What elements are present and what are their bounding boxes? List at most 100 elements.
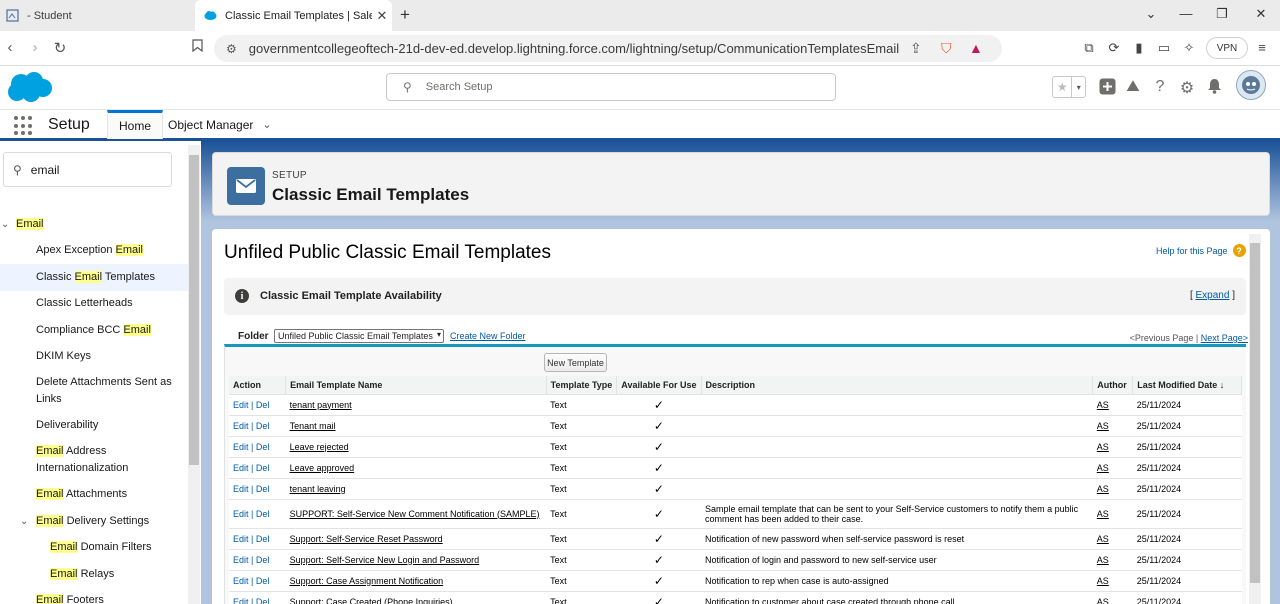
help-link[interactable]: Help for this Page ? <box>1156 244 1246 257</box>
gear-icon[interactable]: ⚙ <box>1177 78 1197 98</box>
template-name-link[interactable]: Support: Self-Service Reset Password <box>290 534 443 544</box>
trailhead-icon[interactable]: ⛰ <box>1123 78 1143 96</box>
scrollbar-thumb[interactable] <box>189 155 199 465</box>
site-settings-icon[interactable]: ⚙ <box>226 42 237 56</box>
bell-icon[interactable] <box>1204 78 1224 99</box>
author-link[interactable]: AS <box>1097 484 1109 494</box>
leo-ai-icon[interactable]: ✧ <box>1180 40 1198 56</box>
next-page-link[interactable]: Next Page> <box>1201 333 1248 343</box>
row-actions[interactable]: Edit | Del <box>229 415 286 437</box>
folder-select[interactable]: Unfiled Public Classic Email Templates ▾ <box>274 329 444 343</box>
tab-home[interactable]: Home <box>107 110 164 139</box>
brave-shield-icon[interactable]: ⛉ <box>941 40 952 57</box>
author-link[interactable]: AS <box>1097 442 1109 452</box>
template-name-link[interactable]: Support: Case Created (Phone Inquiries) <box>290 597 453 604</box>
author-link[interactable]: AS <box>1097 555 1109 565</box>
content-scrollbar[interactable] <box>1249 234 1261 604</box>
scrollbar-thumb[interactable] <box>1250 243 1260 583</box>
sidebar-item-dkim-keys[interactable]: DKIM Keys <box>0 348 188 365</box>
template-name-link[interactable]: tenant leaving <box>290 484 346 494</box>
back-icon[interactable]: ‹ <box>0 39 20 56</box>
sidebar-item-email[interactable]: Email <box>0 216 188 233</box>
row-actions[interactable]: Edit | Del <box>229 499 286 529</box>
author-link[interactable]: AS <box>1097 509 1109 519</box>
create-folder-link[interactable]: Create New Folder <box>450 331 526 341</box>
row-actions[interactable]: Edit | Del <box>229 457 286 479</box>
sidebar-item-deliverability[interactable]: Deliverability <box>0 417 188 434</box>
template-name-link[interactable]: SUPPORT: Self-Service New Comment Notifi… <box>290 509 540 519</box>
author-link[interactable]: AS <box>1097 534 1109 544</box>
chevron-down-icon[interactable]: ⌄ <box>1139 6 1163 22</box>
sidebar-item-email-footers[interactable]: Email Footers <box>0 592 188 604</box>
sidebar-item-delete-attachments[interactable]: Delete Attachments Sent as Links <box>0 374 188 408</box>
sidebar-item-compliance-bcc-email[interactable]: Compliance BCC Email <box>0 322 188 339</box>
help-icon[interactable]: ? <box>1150 78 1170 96</box>
template-name-link[interactable]: Leave approved <box>290 463 355 473</box>
star-icon[interactable]: ★ <box>1053 77 1073 97</box>
row-actions[interactable]: Edit | Del <box>229 478 286 500</box>
row-actions[interactable]: Edit | Del <box>229 570 286 592</box>
maximize-icon[interactable]: ❐ <box>1210 6 1234 22</box>
quick-find-input[interactable]: ⚲ email <box>3 152 172 187</box>
row-actions[interactable]: Edit | Del <box>229 436 286 458</box>
sidebar-item-email-relays[interactable]: Email Relays <box>0 566 188 583</box>
browser-tab-student[interactable]: - Student <box>0 0 194 31</box>
template-name-link[interactable]: Tenant mail <box>290 421 336 431</box>
row-actions[interactable]: Edit | Del <box>229 549 286 571</box>
column-header[interactable]: Author <box>1092 376 1134 395</box>
salesforce-logo[interactable] <box>5 70 53 104</box>
share-icon[interactable]: ⇪ <box>910 40 922 57</box>
vpn-button[interactable]: VPN <box>1206 37 1248 59</box>
new-tab-icon[interactable]: + <box>400 5 410 25</box>
rewards-icon[interactable]: ▲ <box>969 40 983 56</box>
global-add-icon[interactable] <box>1097 78 1117 100</box>
row-actions[interactable]: Edit | Del <box>229 394 286 416</box>
menu-icon[interactable]: ≡ <box>1253 40 1271 55</box>
column-header-sorted[interactable]: Last Modified Date ↓ <box>1132 376 1242 395</box>
sidebar-item-email-delivery-settings[interactable]: Email Delivery Settings <box>0 513 188 530</box>
row-actions[interactable]: Edit | Del <box>229 591 286 604</box>
extensions-icon[interactable]: ⧉ <box>1080 40 1098 56</box>
author-link[interactable]: AS <box>1097 597 1109 604</box>
new-template-button[interactable]: New Template <box>544 353 607 372</box>
url-field[interactable]: ⚙ governmentcollegeoftech-21d-dev-ed.dev… <box>214 35 1002 62</box>
wallet-icon[interactable]: ▭ <box>1155 40 1173 56</box>
template-name-link[interactable]: Leave rejected <box>290 442 349 452</box>
minimize-icon[interactable]: — <box>1174 6 1198 21</box>
author-link[interactable]: AS <box>1097 421 1109 431</box>
author-link[interactable]: AS <box>1097 463 1109 473</box>
author-link[interactable]: AS <box>1097 400 1109 410</box>
sidebar-item-email-attachments[interactable]: Email Attachments <box>0 486 188 503</box>
sidebar-item-classic-email-templates[interactable]: Classic Email Templates <box>0 264 188 291</box>
forward-icon[interactable]: › <box>25 39 45 56</box>
sync-icon[interactable]: ⟳ <box>1105 40 1123 56</box>
search-setup-input[interactable]: ⚲ Search Setup <box>386 73 836 101</box>
column-header[interactable]: Template Type <box>546 376 618 395</box>
tab-object-manager[interactable]: Object Manager ⌄ <box>157 110 283 139</box>
sidebar-item-classic-letterheads[interactable]: Classic Letterheads <box>0 295 188 312</box>
sidebar-scrollbar[interactable] <box>188 145 200 604</box>
favorites-button[interactable]: ★ ▾ <box>1052 76 1086 98</box>
bookmark-icon[interactable] <box>187 39 207 56</box>
chevron-down-icon[interactable]: ⌄ <box>262 118 271 131</box>
column-header[interactable]: Description <box>701 376 1094 395</box>
window-close-icon[interactable]: ✕ <box>1249 6 1273 22</box>
reload-icon[interactable]: ↻ <box>50 39 70 57</box>
chevron-down-icon[interactable]: ▾ <box>1072 77 1085 97</box>
app-launcher-icon[interactable] <box>14 116 34 136</box>
row-actions[interactable]: Edit | Del <box>229 528 286 550</box>
expand-link[interactable]: [ Expand ] <box>1190 290 1235 301</box>
sidebar-icon[interactable]: ▮ <box>1130 40 1148 56</box>
template-name-link[interactable]: tenant payment <box>290 400 352 410</box>
author-link[interactable]: AS <box>1097 576 1109 586</box>
close-icon[interactable]: ✕ <box>372 8 392 24</box>
column-header[interactable]: Email Template Name <box>285 376 547 395</box>
sidebar-item-apex-exception-email[interactable]: Apex Exception Email <box>0 242 188 259</box>
column-header[interactable]: Available For Use <box>616 376 702 395</box>
sidebar-item-email-address-internationalization[interactable]: Email Address Internationalization <box>0 443 188 477</box>
user-avatar[interactable] <box>1236 70 1266 100</box>
template-name-link[interactable]: Support: Self-Service New Login and Pass… <box>290 555 480 565</box>
sidebar-item-email-domain-filters[interactable]: Email Domain Filters <box>0 539 188 556</box>
template-name-link[interactable]: Support: Case Assignment Notification <box>290 576 444 586</box>
browser-tab-active[interactable]: Classic Email Templates | Salesf ✕ <box>195 0 392 31</box>
